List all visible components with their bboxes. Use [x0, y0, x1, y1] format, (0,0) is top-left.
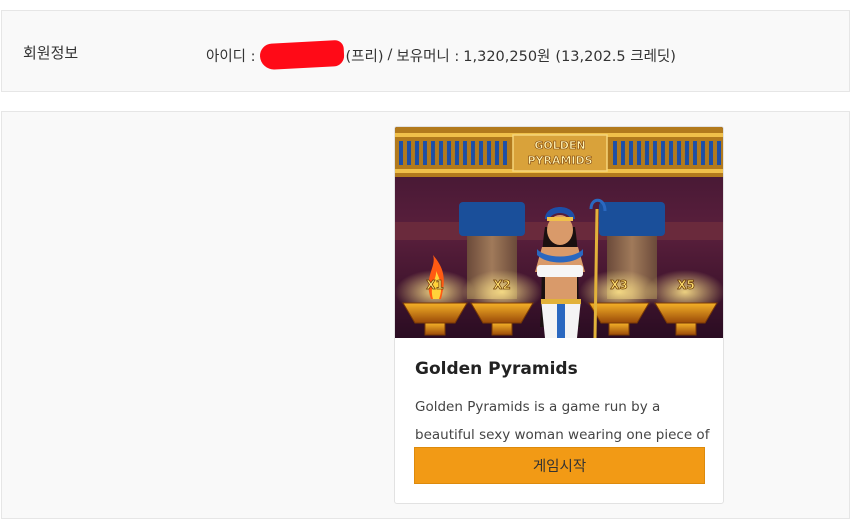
member-info-bar: 회원정보 아이디 : (프리) / 보유머니 : 1,320,250원 (13,…	[1, 10, 850, 92]
multiplier-x1: X1	[426, 278, 444, 292]
thumbnail-logo-line2: PYRAMIDS	[527, 154, 592, 167]
multiplier-x3: X3	[610, 278, 628, 292]
game-card: GOLDEN PYRAMIDS X1 X2 X3 X5 Golden Pyram…	[394, 126, 724, 504]
start-game-button[interactable]: 게임시작	[414, 447, 705, 484]
id-label: 아이디 :	[206, 48, 256, 65]
account-type: (프리)	[345, 48, 384, 65]
credits-value: (13,202.5 크레딧)	[555, 48, 676, 65]
member-info-value: 아이디 : (프리) / 보유머니 : 1,320,250원 (13,202.5…	[206, 39, 676, 71]
member-info-label: 회원정보	[23, 44, 79, 62]
balance-label: 보유머니 :	[396, 48, 460, 65]
multiplier-x2: X2	[493, 278, 511, 292]
info-separator: /	[387, 47, 393, 63]
game-thumbnail[interactable]: GOLDEN PYRAMIDS X1 X2 X3 X5	[395, 127, 724, 338]
multiplier-x5: X5	[677, 278, 695, 292]
thumbnail-logo-line1: GOLDEN	[534, 139, 585, 152]
balance-value: 1,320,250원	[463, 48, 551, 65]
game-title: Golden Pyramids	[415, 359, 578, 379]
redacted-user-id	[258, 39, 345, 71]
